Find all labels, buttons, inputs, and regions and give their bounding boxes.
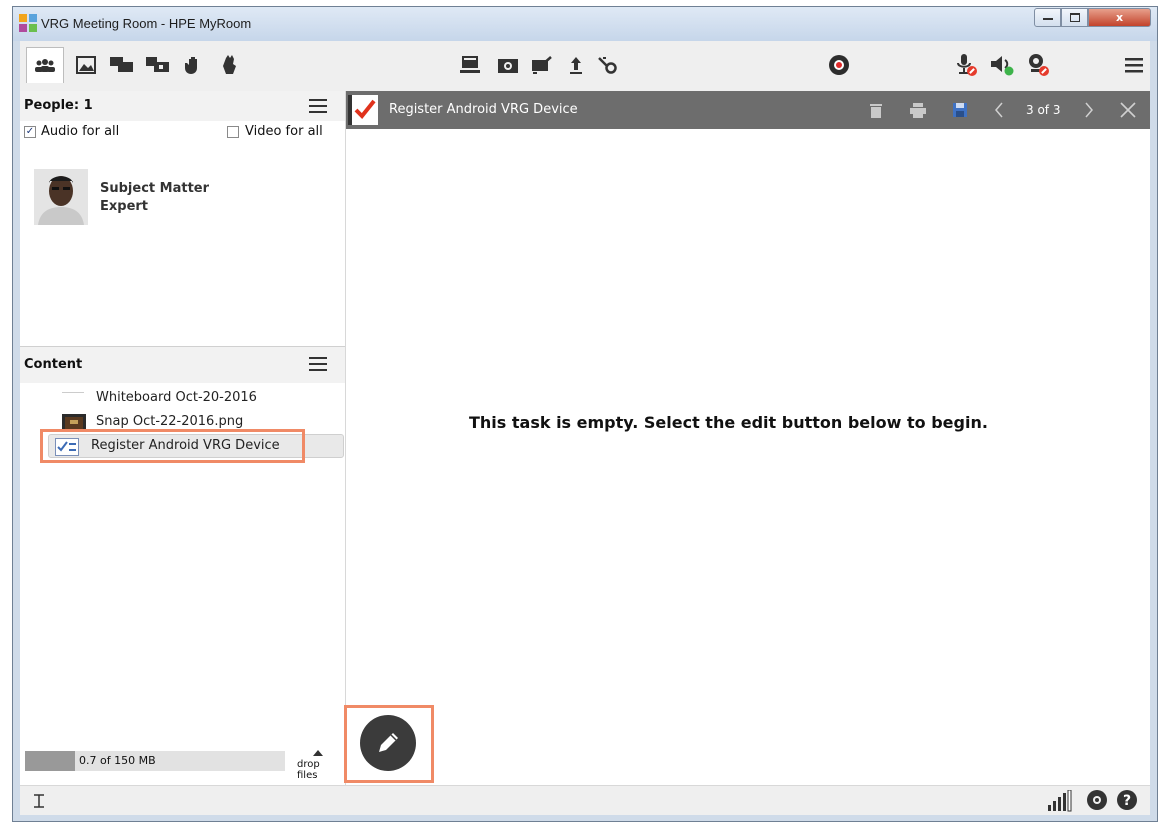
content-menu-icon[interactable] [309, 357, 327, 371]
audio-for-all-label: Audio for all [41, 124, 120, 139]
whiteboard-icon [532, 56, 552, 74]
print-button[interactable] [908, 100, 928, 120]
content-item-label: Snap Oct-22-2016.png [96, 414, 244, 429]
video-for-all-checkbox[interactable] [227, 126, 239, 138]
drop-files-label: drop files [297, 759, 320, 781]
participant-photo-icon [34, 169, 88, 225]
chat-icon [110, 57, 133, 72]
title-bar[interactable]: VRG Meeting Room - HPE MyRoom x [13, 7, 1157, 41]
speaker-button[interactable] [988, 51, 1016, 79]
storage-label: 0.7 of 150 MB [79, 754, 156, 767]
svg-text:?: ? [1123, 793, 1131, 809]
record-button[interactable] [825, 51, 853, 79]
audio-for-all-checkbox[interactable]: ✓ [24, 126, 36, 138]
app-logo-icon [19, 14, 37, 32]
task-title: Register Android VRG Device [389, 102, 578, 117]
save-icon [953, 103, 967, 117]
main-toolbar [20, 41, 1150, 92]
private-chat-icon [146, 57, 169, 72]
people-icon [35, 58, 55, 72]
content-item-label: Whiteboard Oct-20-2016 [96, 390, 257, 405]
image-tab-button[interactable] [72, 51, 100, 79]
close-window-button[interactable]: x [1088, 8, 1151, 27]
window-title: VRG Meeting Room - HPE MyRoom [41, 16, 252, 31]
content-item-whiteboard[interactable]: Whiteboard Oct-20-2016 [20, 387, 345, 409]
upload-icon [570, 57, 582, 74]
content-header: Content [20, 346, 345, 383]
whiteboard-thumbnail-icon [62, 390, 84, 406]
people-tab-button[interactable] [26, 47, 64, 83]
share-screen-icon [460, 56, 480, 73]
help-icon[interactable]: ? [1116, 789, 1138, 811]
trash-icon [870, 103, 882, 118]
private-chat-tab-button[interactable] [144, 51, 172, 79]
client-area: People: 1 ✓ Audio for all Video for all [20, 41, 1150, 815]
record-icon [829, 55, 849, 75]
participant-name-line2: Expert [100, 199, 149, 214]
main-menu-button[interactable] [1120, 51, 1148, 79]
maximize-icon [1069, 13, 1080, 22]
delete-task-button[interactable] [866, 100, 886, 120]
page-indicator: 3 of 3 [1026, 103, 1061, 117]
drop-files-button[interactable]: drop files [293, 748, 343, 781]
maximize-button[interactable] [1061, 8, 1088, 27]
chat-tab-button[interactable] [108, 51, 136, 79]
webcam-button[interactable] [1024, 51, 1052, 79]
remote-control-button[interactable] [594, 51, 622, 79]
pencil-icon [379, 733, 398, 752]
task-header-bar: Register Android VRG Device 3 of 3 [346, 91, 1150, 129]
text-cursor-icon[interactable] [32, 794, 46, 808]
hand-gesture-icon [223, 55, 236, 74]
people-menu-icon[interactable] [309, 99, 327, 113]
microphone-button[interactable] [952, 51, 980, 79]
storage-meter: 0.7 of 150 MB drop files [25, 748, 345, 781]
previous-page-button[interactable] [989, 100, 1009, 120]
raise-hand-button[interactable] [180, 51, 208, 79]
close-icon: x [1115, 11, 1124, 24]
content-title: Content [24, 357, 83, 372]
caret-up-icon [313, 750, 323, 756]
camera-icon [498, 59, 518, 73]
status-bar: ? [20, 785, 1150, 815]
remote-control-icon [598, 57, 617, 74]
app-window: VRG Meeting Room - HPE MyRoom x People: … [12, 6, 1158, 822]
people-count: People: 1 [24, 98, 93, 113]
signal-strength-icon[interactable] [1048, 790, 1072, 812]
upload-button[interactable] [562, 51, 590, 79]
participant-name-line1: Subject Matter [100, 181, 210, 196]
microphone-muted-icon [957, 54, 977, 76]
share-screen-button[interactable] [456, 51, 484, 79]
storage-used-bar [25, 751, 75, 771]
selected-item-highlight [40, 429, 305, 463]
edit-task-button[interactable] [360, 715, 416, 771]
gesture-button[interactable] [216, 51, 244, 79]
speaker-icon [991, 56, 1014, 76]
empty-task-message: This task is empty. Select the edit butt… [469, 413, 988, 432]
raise-hand-icon [185, 57, 197, 74]
save-button[interactable] [950, 100, 970, 120]
webcam-off-icon [1029, 54, 1049, 76]
hamburger-menu-icon [1125, 58, 1143, 73]
task-icon [348, 95, 378, 125]
chevron-right-icon [1085, 102, 1093, 118]
whiteboard-button[interactable] [528, 51, 556, 79]
left-panel: People: 1 ✓ Audio for all Video for all [20, 91, 346, 786]
task-viewer: Register Android VRG Device 3 of 3 This … [344, 91, 1150, 786]
close-task-button[interactable] [1118, 100, 1138, 120]
minimize-icon [1042, 17, 1053, 20]
image-icon [76, 56, 96, 74]
snapshot-button[interactable] [494, 51, 522, 79]
next-page-button[interactable] [1079, 100, 1099, 120]
image-thumbnail-icon [62, 414, 86, 432]
settings-icon[interactable] [1086, 789, 1108, 811]
video-for-all-label: Video for all [245, 124, 323, 139]
close-icon [1120, 102, 1136, 118]
minimize-button[interactable] [1034, 8, 1061, 27]
avatar [34, 169, 88, 225]
print-icon [910, 102, 926, 118]
chevron-left-icon [995, 102, 1003, 118]
people-header: People: 1 [20, 91, 345, 121]
